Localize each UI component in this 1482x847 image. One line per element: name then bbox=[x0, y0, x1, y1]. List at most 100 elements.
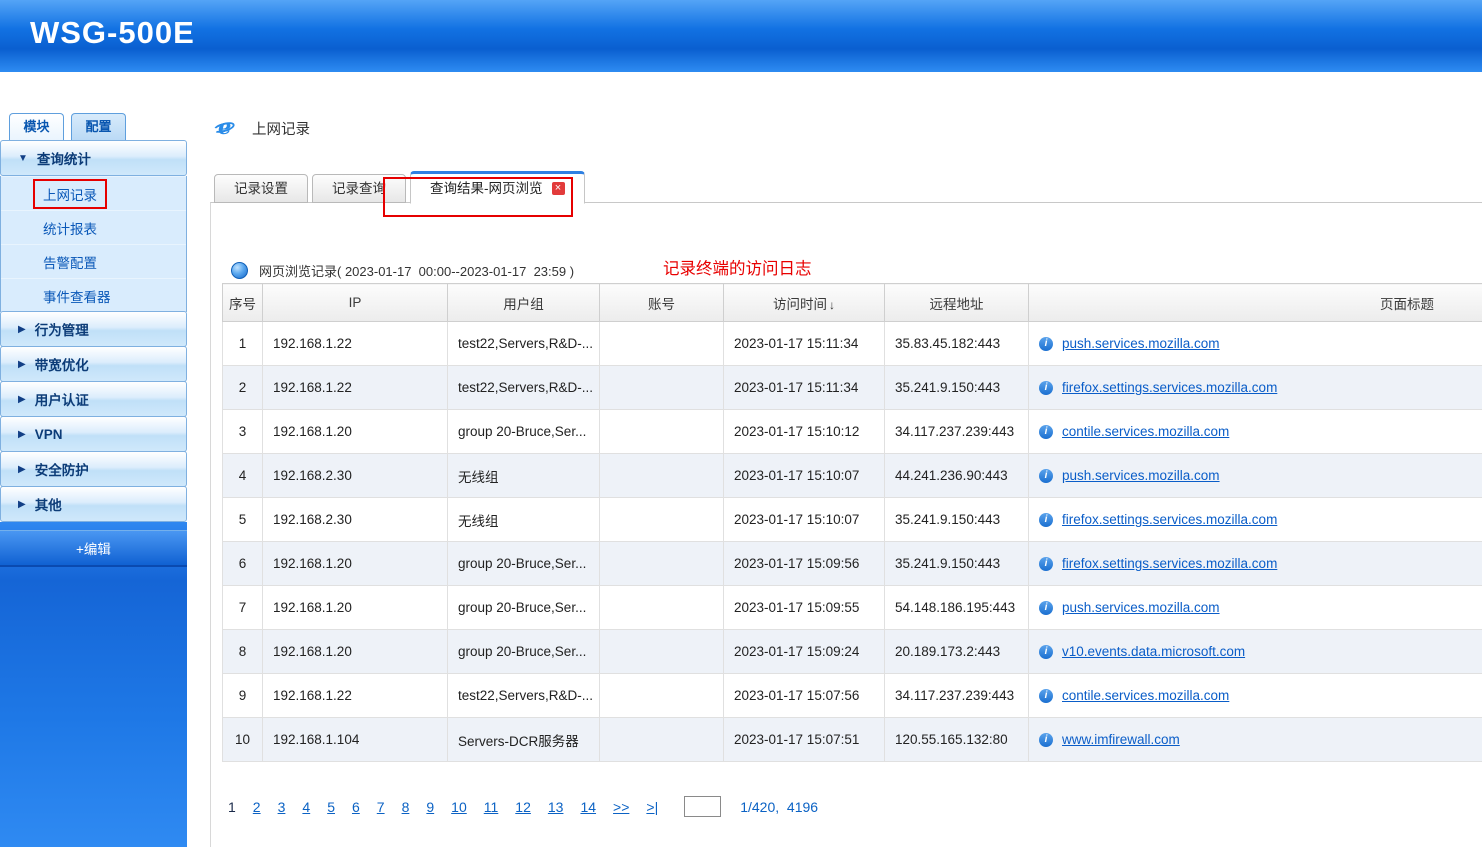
page-link-12[interactable]: 12 bbox=[515, 799, 531, 815]
table-row: 1 192.168.1.22 test22,Servers,R&D-... 20… bbox=[223, 322, 1482, 366]
tab-query-result-web[interactable]: 查询结果-网页浏览 × bbox=[410, 171, 585, 204]
page-link-9[interactable]: 9 bbox=[426, 799, 434, 815]
page-title-link[interactable]: v10.events.data.microsoft.com bbox=[1062, 644, 1245, 659]
sidebar-footer: +编辑 bbox=[0, 522, 187, 847]
sidebar-tabs: 模块 配置 bbox=[9, 113, 187, 141]
table-row: 5 192.168.2.30 无线组 2023-01-17 15:10:07 3… bbox=[223, 498, 1482, 542]
app-header: WSG-500E bbox=[0, 0, 1482, 72]
app-window: WSG-500E 模块 配置 ▼ 查询统计 上网记录 统计报表 bbox=[0, 0, 1482, 847]
page-link-2[interactable]: 2 bbox=[253, 799, 261, 815]
page-link-14[interactable]: 14 bbox=[580, 799, 596, 815]
page-title-link[interactable]: firefox.settings.services.mozilla.com bbox=[1062, 556, 1277, 571]
col-header-time[interactable]: 访问时间↓ bbox=[724, 284, 885, 322]
page-title-link[interactable]: contile.services.mozilla.com bbox=[1062, 688, 1229, 703]
triangle-right-icon: ▶ bbox=[18, 499, 26, 510]
page-link-7[interactable]: 7 bbox=[377, 799, 385, 815]
page-link-4[interactable]: 4 bbox=[302, 799, 310, 815]
page-title-link[interactable]: push.services.mozilla.com bbox=[1062, 600, 1220, 615]
annotation-note: 记录终端的访问日志 bbox=[663, 255, 812, 279]
sidebar-group-label: 其他 bbox=[35, 494, 62, 514]
page-link-3[interactable]: 3 bbox=[278, 799, 286, 815]
sidebar-tab-module[interactable]: 模块 bbox=[9, 113, 64, 141]
sidebar-group-label: VPN bbox=[35, 427, 63, 442]
triangle-right-icon: ▶ bbox=[18, 359, 26, 370]
table-row: 10 192.168.1.104 Servers-DCR服务器 2023-01-… bbox=[223, 718, 1482, 762]
sidebar-group-other[interactable]: ▶ 其他 bbox=[0, 486, 187, 522]
page-link-6[interactable]: 6 bbox=[352, 799, 360, 815]
col-header-account[interactable]: 账号 bbox=[600, 284, 724, 322]
sidebar-group-label: 用户认证 bbox=[35, 389, 89, 409]
sidebar-group-bandwidth[interactable]: ▶ 带宽优化 bbox=[0, 346, 187, 382]
info-icon: i bbox=[1039, 425, 1053, 439]
table-row: 6 192.168.1.20 group 20-Bruce,Ser... 202… bbox=[223, 542, 1482, 586]
tab-record-query[interactable]: 记录查询 bbox=[312, 174, 406, 203]
page-title-link[interactable]: contile.services.mozilla.com bbox=[1062, 424, 1229, 439]
table-row: 8 192.168.1.20 group 20-Bruce,Ser... 202… bbox=[223, 630, 1482, 674]
sidebar-group-query-stats[interactable]: ▼ 查询统计 bbox=[0, 140, 187, 176]
page-title-link[interactable]: firefox.settings.services.mozilla.com bbox=[1062, 380, 1277, 395]
table-row: 4 192.168.2.30 无线组 2023-01-17 15:10:07 4… bbox=[223, 454, 1482, 498]
sidebar-tab-config[interactable]: 配置 bbox=[71, 113, 126, 141]
triangle-right-icon: ▶ bbox=[18, 464, 26, 475]
sidebar-group-user-auth[interactable]: ▶ 用户认证 bbox=[0, 381, 187, 417]
page-summary: 1/420, 4196 bbox=[740, 799, 818, 815]
table-row: 9 192.168.1.22 test22,Servers,R&D-... 20… bbox=[223, 674, 1482, 718]
main-content: e 上网记录 记录设置 记录查询 查询结果-网页浏览 × 网页浏览记录( 202… bbox=[187, 72, 1482, 847]
sidebar-group-vpn[interactable]: ▶ VPN bbox=[0, 416, 187, 452]
globe-icon bbox=[231, 262, 248, 279]
tab-bar: 记录设置 记录查询 查询结果-网页浏览 × bbox=[214, 171, 589, 203]
sidebar-edit-button[interactable]: +编辑 bbox=[0, 530, 187, 567]
page-link-13[interactable]: 13 bbox=[548, 799, 564, 815]
tab-label: 查询结果-网页浏览 bbox=[430, 175, 543, 203]
triangle-right-icon: ▶ bbox=[18, 394, 26, 405]
sidebar-item-label: 统计报表 bbox=[43, 218, 97, 238]
triangle-down-icon: ▼ bbox=[18, 153, 28, 164]
page-current: 1 bbox=[228, 799, 236, 815]
table-header-row: 序号 IP 用户组 账号 访问时间↓ 远程地址 页面标题 bbox=[223, 284, 1482, 322]
col-header-no[interactable]: 序号 bbox=[223, 284, 263, 322]
info-icon: i bbox=[1039, 557, 1053, 571]
triangle-right-icon: ▶ bbox=[18, 429, 26, 440]
sidebar-menu: ▼ 查询统计 上网记录 统计报表 告警配置 事件查看器 bbox=[0, 141, 187, 522]
sidebar-group-security[interactable]: ▶ 安全防护 bbox=[0, 451, 187, 487]
page-next-link[interactable]: >> bbox=[613, 799, 629, 815]
sidebar-group-label: 行为管理 bbox=[35, 319, 89, 339]
sidebar-item-alert-config[interactable]: 告警配置 bbox=[1, 244, 186, 278]
sidebar-group-label: 带宽优化 bbox=[35, 354, 89, 374]
info-icon: i bbox=[1039, 601, 1053, 615]
page-title-link[interactable]: www.imfirewall.com bbox=[1062, 732, 1180, 747]
records-table: 序号 IP 用户组 账号 访问时间↓ 远程地址 页面标题 1 192.168.1… bbox=[222, 283, 1482, 762]
page-link-5[interactable]: 5 bbox=[327, 799, 335, 815]
info-icon: i bbox=[1039, 689, 1053, 703]
info-icon: i bbox=[1039, 645, 1053, 659]
triangle-right-icon: ▶ bbox=[18, 324, 26, 335]
page-title-link[interactable]: firefox.settings.services.mozilla.com bbox=[1062, 512, 1277, 527]
sidebar-group-label: 查询统计 bbox=[37, 148, 91, 168]
col-header-group[interactable]: 用户组 bbox=[448, 284, 600, 322]
page-link-11[interactable]: 11 bbox=[484, 799, 499, 815]
info-icon: i bbox=[1039, 381, 1053, 395]
sidebar-group-behavior[interactable]: ▶ 行为管理 bbox=[0, 311, 187, 347]
sidebar-item-label: 上网记录 bbox=[43, 188, 97, 203]
page-last-link[interactable]: >| bbox=[646, 799, 658, 815]
app-title: WSG-500E bbox=[30, 15, 195, 51]
sidebar-item-label: 事件查看器 bbox=[43, 286, 111, 306]
page-title-link[interactable]: push.services.mozilla.com bbox=[1062, 468, 1220, 483]
tab-record-settings[interactable]: 记录设置 bbox=[214, 174, 308, 203]
sidebar-item-event-viewer[interactable]: 事件查看器 bbox=[1, 278, 186, 312]
page-title-link[interactable]: push.services.mozilla.com bbox=[1062, 336, 1220, 351]
table-row: 7 192.168.1.20 group 20-Bruce,Ser... 202… bbox=[223, 586, 1482, 630]
col-header-ip[interactable]: IP bbox=[263, 284, 448, 322]
close-icon[interactable]: × bbox=[552, 182, 565, 195]
table-row: 3 192.168.1.20 group 20-Bruce,Ser... 202… bbox=[223, 410, 1482, 454]
sidebar-item-online-records[interactable]: 上网记录 bbox=[1, 176, 186, 210]
col-header-title[interactable]: 页面标题 bbox=[1029, 284, 1482, 322]
page-link-10[interactable]: 10 bbox=[451, 799, 467, 815]
page-input[interactable] bbox=[684, 796, 721, 817]
table-row: 2 192.168.1.22 test22,Servers,R&D-... 20… bbox=[223, 366, 1482, 410]
info-icon: i bbox=[1039, 513, 1053, 527]
info-icon: i bbox=[1039, 733, 1053, 747]
sidebar-item-stat-report[interactable]: 统计报表 bbox=[1, 210, 186, 244]
col-header-remote[interactable]: 远程地址 bbox=[885, 284, 1029, 322]
page-link-8[interactable]: 8 bbox=[402, 799, 410, 815]
